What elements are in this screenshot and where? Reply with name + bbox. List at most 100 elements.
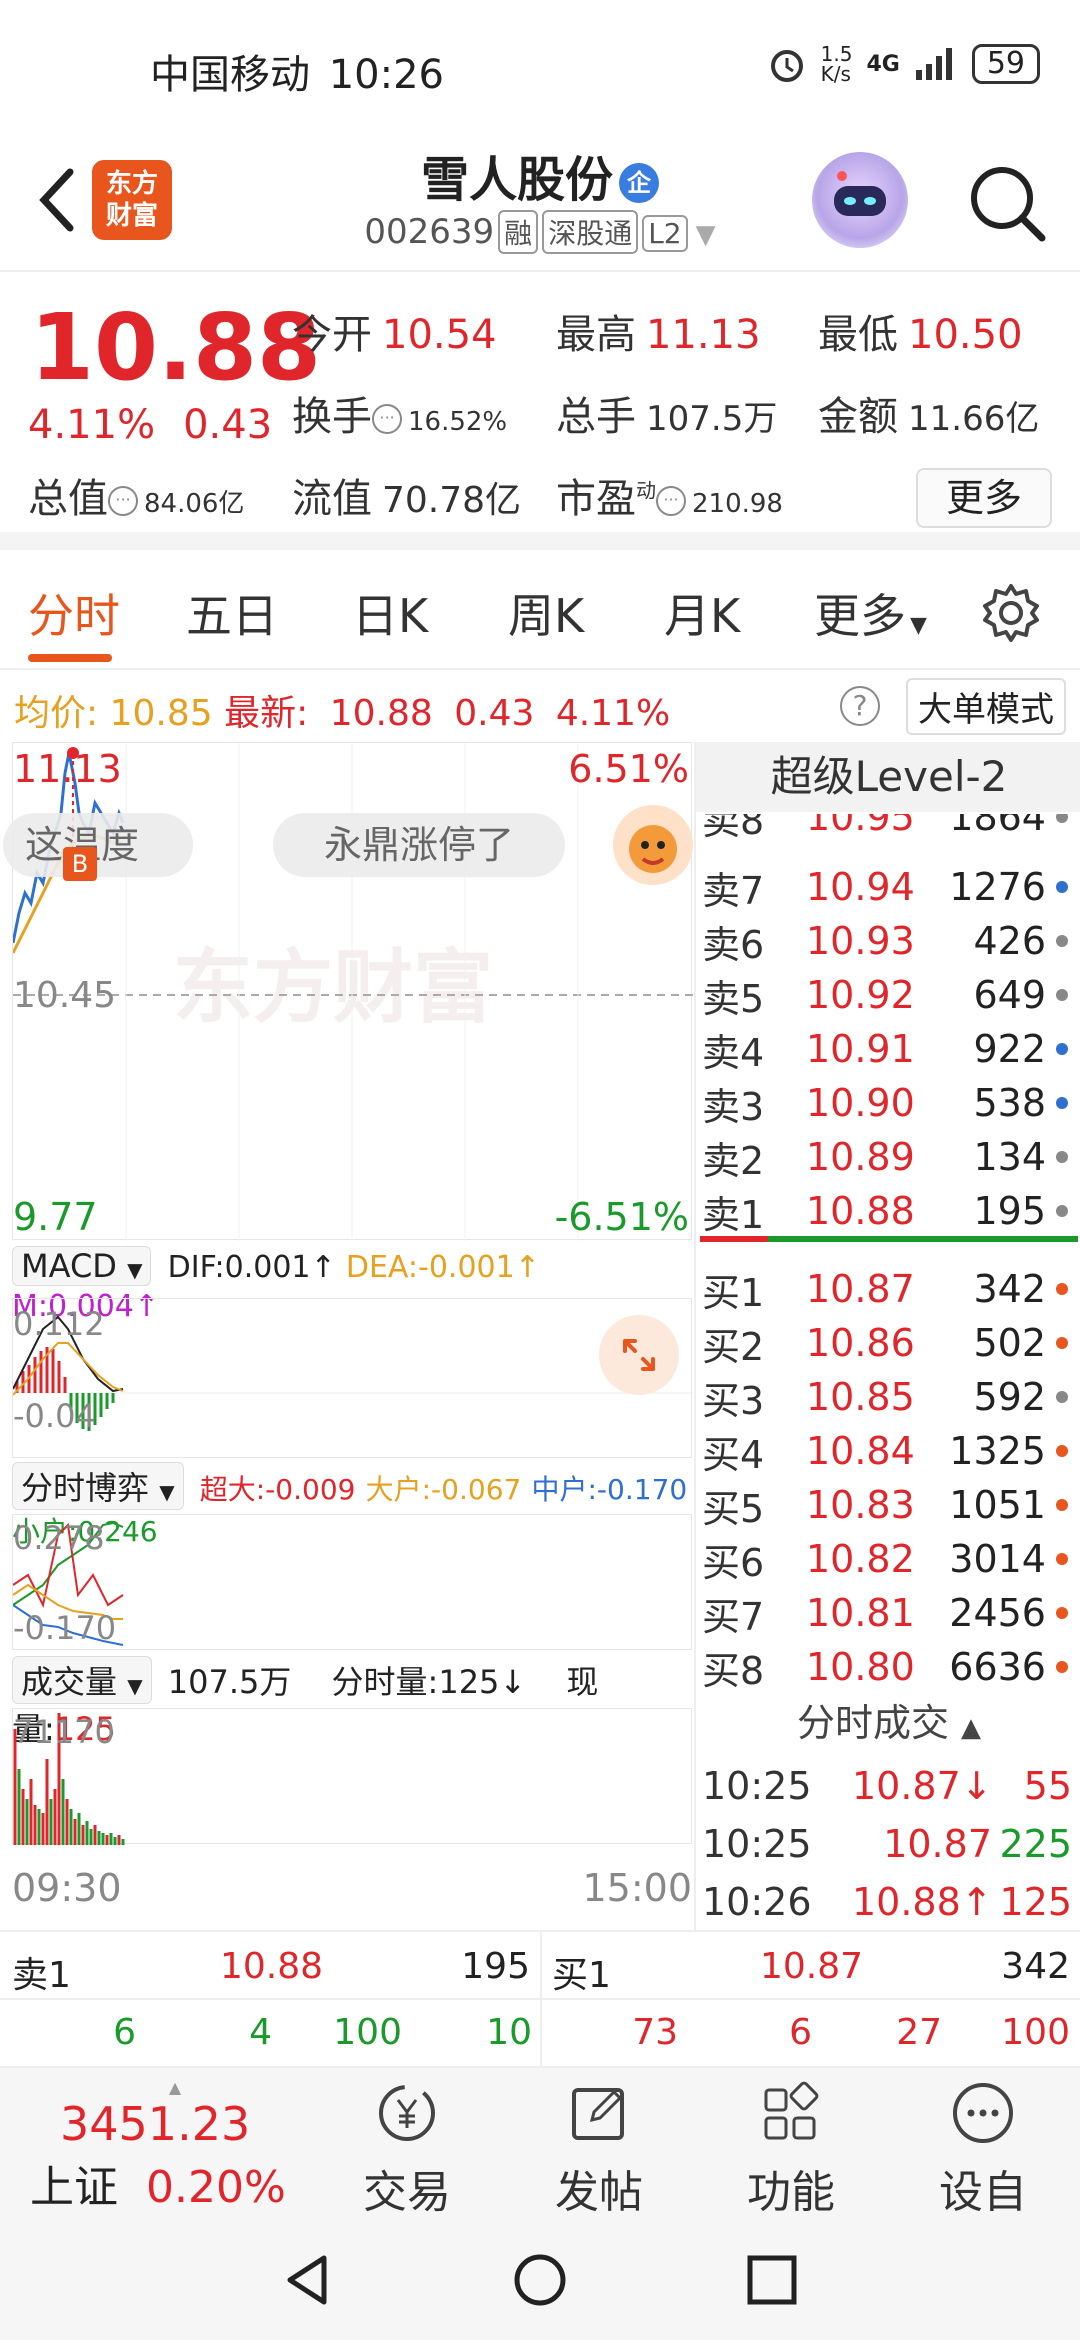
float-item: 流值 70.78亿 (292, 466, 521, 524)
tab-monthly-k[interactable]: 月K (664, 580, 740, 646)
assistant-robot-icon[interactable] (812, 152, 908, 248)
expand-icon[interactable] (599, 1315, 679, 1395)
settings-gear-icon[interactable] (980, 582, 1042, 644)
bid-row[interactable]: 买3 10.85 592 (702, 1370, 1074, 1424)
nav-post-label: 发帖 (555, 2167, 643, 2218)
system-back-icon[interactable] (280, 2252, 336, 2308)
bid-row[interactable]: 买2 10.86 502 (702, 1316, 1074, 1370)
bid-dot (1056, 1553, 1068, 1565)
help-icon[interactable]: ? (840, 686, 880, 726)
caret-up-icon: ▲ (168, 2078, 182, 2097)
ask-volume: 922 (973, 1027, 1046, 1071)
system-home-icon[interactable] (512, 2252, 568, 2308)
bid-row[interactable]: 买7 10.81 2456 (702, 1586, 1074, 1640)
latest-value: 10.88 (329, 693, 433, 734)
ask-row[interactable]: 卖7 10.94 1276 (702, 860, 1074, 914)
bid-label: 买4 (702, 1432, 765, 1477)
macd-pane[interactable]: 0.112 -0.04 (12, 1298, 693, 1458)
bid-volume: 592 (973, 1375, 1046, 1419)
game-pane[interactable]: 0.278 -0.170 (12, 1514, 692, 1650)
ask-row[interactable]: 卖1 10.88 195 (702, 1184, 1074, 1238)
game-selector[interactable]: 分时博弈 ▼ (12, 1462, 184, 1510)
news-bubble-1[interactable]: 这温度 (3, 813, 193, 877)
bottom-order-summary[interactable]: 卖1 10.88 195 买1 10.87 342 6 4 100 10 73 … (0, 1930, 1080, 2068)
mascot-icon[interactable] (613, 805, 693, 885)
functions-grid-icon (764, 2081, 819, 2140)
low-label: 最低 (818, 312, 898, 358)
ask-dot (1056, 1097, 1068, 1109)
dropdown-caret-icon: ▼ (910, 613, 927, 638)
bid-row[interactable]: 买8 10.80 6636 (702, 1640, 1074, 1694)
ask-row[interactable]: 卖6 10.93 426 (702, 914, 1074, 968)
bid-volume: 6636 (949, 1645, 1046, 1689)
buy-split-1: 73 (632, 2012, 678, 2053)
dropdown-caret-icon[interactable]: ▼ (696, 220, 716, 250)
ask-price: 10.91 (806, 1027, 915, 1071)
nav-functions[interactable]: 功能 (726, 2078, 856, 2220)
enterprise-badge: 企 (619, 163, 659, 203)
bid-dot (1056, 1337, 1068, 1349)
news-bubble-2[interactable]: 永鼎涨停了 (273, 813, 565, 877)
volume-total: 107.5万 (167, 1663, 292, 1701)
ask-row[interactable]: 卖4 10.91 922 (702, 1022, 1074, 1076)
high-item: 最高 11.13 (556, 302, 761, 360)
ticks-title: 分时成交 (796, 1701, 949, 1745)
tick-time: 10:25 (702, 1764, 812, 1808)
latest-change: 0.43 (454, 693, 535, 734)
ask-price: 10.93 (806, 919, 915, 963)
ask-label: 卖7 (702, 868, 765, 913)
tab-five-day[interactable]: 五日 (186, 580, 278, 646)
info-dots-icon[interactable]: ··· (372, 404, 402, 434)
ask-row[interactable]: 卖5 10.92 649 (702, 968, 1074, 1022)
bid-dot (1056, 1661, 1068, 1673)
float-label: 流值 (292, 476, 372, 522)
info-dots-icon[interactable]: ··· (108, 486, 138, 516)
ask-label: 卖3 (702, 1084, 765, 1129)
ask-row[interactable]: 卖3 10.90 538 (702, 1076, 1074, 1130)
tab-daily-k[interactable]: 日K (352, 580, 428, 646)
tab-intraday[interactable]: 分时 (28, 580, 120, 646)
tag-l2: L2 (642, 215, 688, 252)
system-recents-icon[interactable] (744, 2252, 800, 2308)
buy-marker[interactable]: B (63, 847, 97, 881)
bid-dot (1056, 1499, 1068, 1511)
index-ticker[interactable]: ▲ 3451.23 上证 0.20% (30, 2078, 320, 2215)
price-pane[interactable]: 东方财富 11.13 6.51% 10.45 9.77 -6.51% 这温度 B… (3, 742, 693, 1241)
bid-row[interactable]: 买1 10.87 342 (702, 1262, 1074, 1316)
macd-selector[interactable]: MACD ▼ (12, 1246, 152, 1286)
active-tab-indicator (28, 654, 112, 662)
ticks-header[interactable]: 分时成交 ▲ (696, 1692, 1080, 1747)
nav-trade[interactable]: 交易 (342, 2078, 472, 2220)
amount-value: 11.66亿 (908, 399, 1040, 439)
bid-row[interactable]: 买6 10.82 3014 (702, 1532, 1074, 1586)
system-navigation-bar (0, 2216, 1080, 2340)
macd-bottom-label: -0.04 (13, 1397, 96, 1435)
bid-row[interactable]: 买5 10.83 1051 (702, 1478, 1074, 1532)
sell1-label: 卖1 (12, 1955, 71, 1996)
info-dots-icon[interactable]: ··· (656, 486, 686, 516)
volume-pane[interactable]: 71170 (12, 1708, 692, 1845)
carrier-name: 中国移动 (150, 52, 310, 98)
nav-post[interactable]: 发帖 (534, 2078, 664, 2220)
search-icon[interactable] (962, 158, 1052, 248)
bid-dot (1056, 1391, 1068, 1403)
level2-title[interactable]: 超级Level-2 (696, 742, 1080, 812)
volume-selector[interactable]: 成交量 ▼ (12, 1656, 152, 1704)
change-amount: 0.43 (183, 402, 273, 448)
ask-label: 卖4 (702, 1030, 765, 1075)
trade-yen-icon (379, 2085, 435, 2141)
bid-ask-ratio-bar (700, 1236, 1078, 1242)
big-order-mode-button[interactable]: 大单模式 (906, 678, 1066, 735)
price-info-line: 均价: 10.85 最新: 10.88 0.43 4.11% ? 大单模式 (0, 672, 1080, 740)
volume-label: 成交量 (21, 1663, 118, 1701)
tab-more[interactable]: 更多 ▼ (814, 580, 927, 646)
current-price: 10.88 (30, 294, 322, 401)
more-button[interactable]: 更多 (916, 468, 1052, 528)
more-dots-icon (953, 2083, 1013, 2143)
ask-volume: 195 (973, 1189, 1046, 1233)
avg-value: 10.85 (109, 693, 213, 734)
ask-row[interactable]: 卖2 10.89 134 (702, 1130, 1074, 1184)
bid-row[interactable]: 买4 10.84 1325 (702, 1424, 1074, 1478)
sell-split-1: 6 (113, 2012, 136, 2053)
tab-weekly-k[interactable]: 周K (508, 580, 584, 646)
